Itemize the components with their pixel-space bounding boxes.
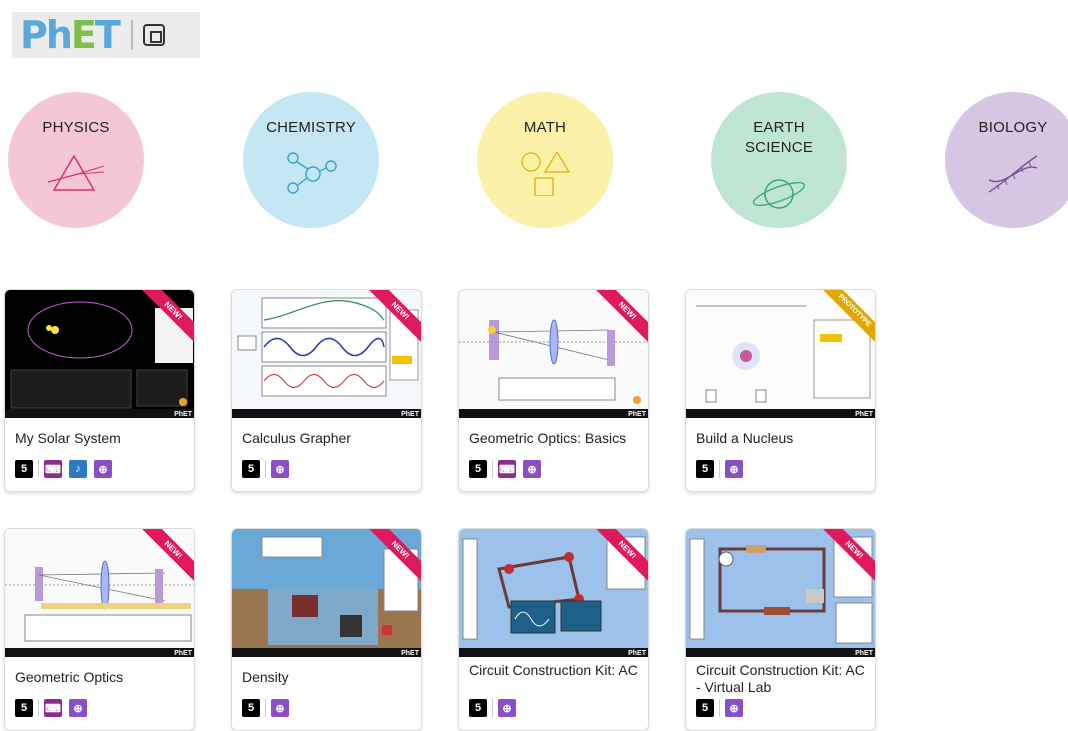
zoom-icon: ⊕ [725, 460, 743, 478]
sim-title: My Solar System [15, 430, 121, 446]
sim-card-geometric-optics-basics[interactable]: PhET NEW! Geometric Optics: Basics 5 ⌨ ⊕ [458, 289, 649, 492]
shapes-icon [521, 152, 571, 196]
category-physics[interactable]: PHYSICS [8, 92, 144, 228]
zoom-icon: ⊕ [271, 699, 289, 717]
category-chemistry[interactable]: CHEMISTRY [243, 92, 379, 228]
phet-wordmark: PhET [20, 13, 121, 57]
category-label: EARTH SCIENCE [744, 119, 814, 156]
sim-card-geometric-optics[interactable]: PhET NEW! Geometric Optics 5 ⌨ ⊕ [4, 528, 195, 731]
html5-icon: 5 [469, 460, 487, 478]
category-label: PHYSICS [42, 119, 110, 136]
sim-title: Circuit Construction Kit: AC [469, 662, 638, 678]
dna-icon [988, 155, 1038, 193]
html5-icon: 5 [696, 699, 714, 717]
sim-title: Build a Nucleus [696, 430, 794, 446]
zoom-icon: ⊕ [523, 460, 541, 478]
html5-icon: 5 [469, 699, 487, 717]
sim-thumbnail: PhET NEW! [232, 290, 421, 418]
sim-card-my-solar-system[interactable]: PhET NEW! My Solar System 5 ⌨ ♪ ⊕ [4, 289, 195, 492]
molecule-icon [287, 152, 337, 194]
html5-icon: 5 [242, 460, 260, 478]
html5-icon: 5 [696, 460, 714, 478]
prism-icon [48, 154, 104, 191]
category-earth-science[interactable]: EARTH SCIENCE [711, 92, 847, 228]
sim-thumbnail: PhET NEW! [459, 529, 648, 657]
html5-icon: 5 [242, 699, 260, 717]
sim-thumbnail: PhET NEW! [5, 290, 194, 418]
keyboard-icon: ⌨ [44, 460, 62, 478]
sim-title: Density [242, 669, 289, 685]
sim-title: Geometric Optics: Basics [469, 430, 627, 446]
sim-card-density[interactable]: PhET NEW! Density 5 ⊕ [231, 528, 422, 731]
zoom-icon: ⊕ [498, 699, 516, 717]
university-logo-icon [142, 24, 165, 46]
category-math[interactable]: MATH [477, 92, 613, 228]
html5-icon: 5 [15, 699, 33, 717]
zoom-icon: ⊕ [271, 460, 289, 478]
sim-thumbnail: PhET PROTOTYPE [686, 290, 875, 418]
zoom-icon: ⊕ [69, 699, 87, 717]
sound-icon: ♪ [69, 460, 87, 478]
planet-icon [752, 179, 806, 209]
keyboard-icon: ⌨ [44, 699, 62, 717]
zoom-icon: ⊕ [94, 460, 112, 478]
zoom-icon: ⊕ [725, 699, 743, 717]
keyboard-icon: ⌨ [498, 460, 516, 478]
html5-icon: 5 [15, 460, 33, 478]
sim-card-build-a-nucleus[interactable]: PhET PROTOTYPE Build a Nucleus 5 ⊕ [685, 289, 876, 492]
sim-title: Calculus Grapher [242, 430, 351, 446]
category-label: BIOLOGY [978, 119, 1048, 136]
phet-logo[interactable]: PhET [12, 12, 200, 58]
category-label: MATH [523, 119, 567, 136]
sim-title: Geometric Optics [15, 669, 124, 685]
sim-thumbnail: PhET NEW! [232, 529, 421, 657]
sim-card-circuit-construction-kit-ac[interactable]: PhET NEW! Circuit Construction Kit: AC 5… [458, 528, 649, 731]
sim-card-circuit-construction-kit-ac-virtual-lab[interactable]: PhET NEW! Circuit Construction Kit: AC -… [685, 528, 876, 731]
sim-thumbnail: PhET NEW! [459, 290, 648, 418]
category-label: CHEMISTRY [266, 119, 356, 136]
sim-thumbnail: PhET NEW! [686, 529, 875, 657]
sim-card-calculus-grapher[interactable]: PhET NEW! Calculus Grapher 5 ⊕ [231, 289, 422, 492]
sim-title: Circuit Construction Kit: AC - Virtual L… [696, 662, 865, 695]
sim-thumbnail: PhET NEW! [5, 529, 194, 657]
category-biology[interactable]: BIOLOGY [945, 92, 1068, 228]
logo-divider [130, 20, 133, 50]
